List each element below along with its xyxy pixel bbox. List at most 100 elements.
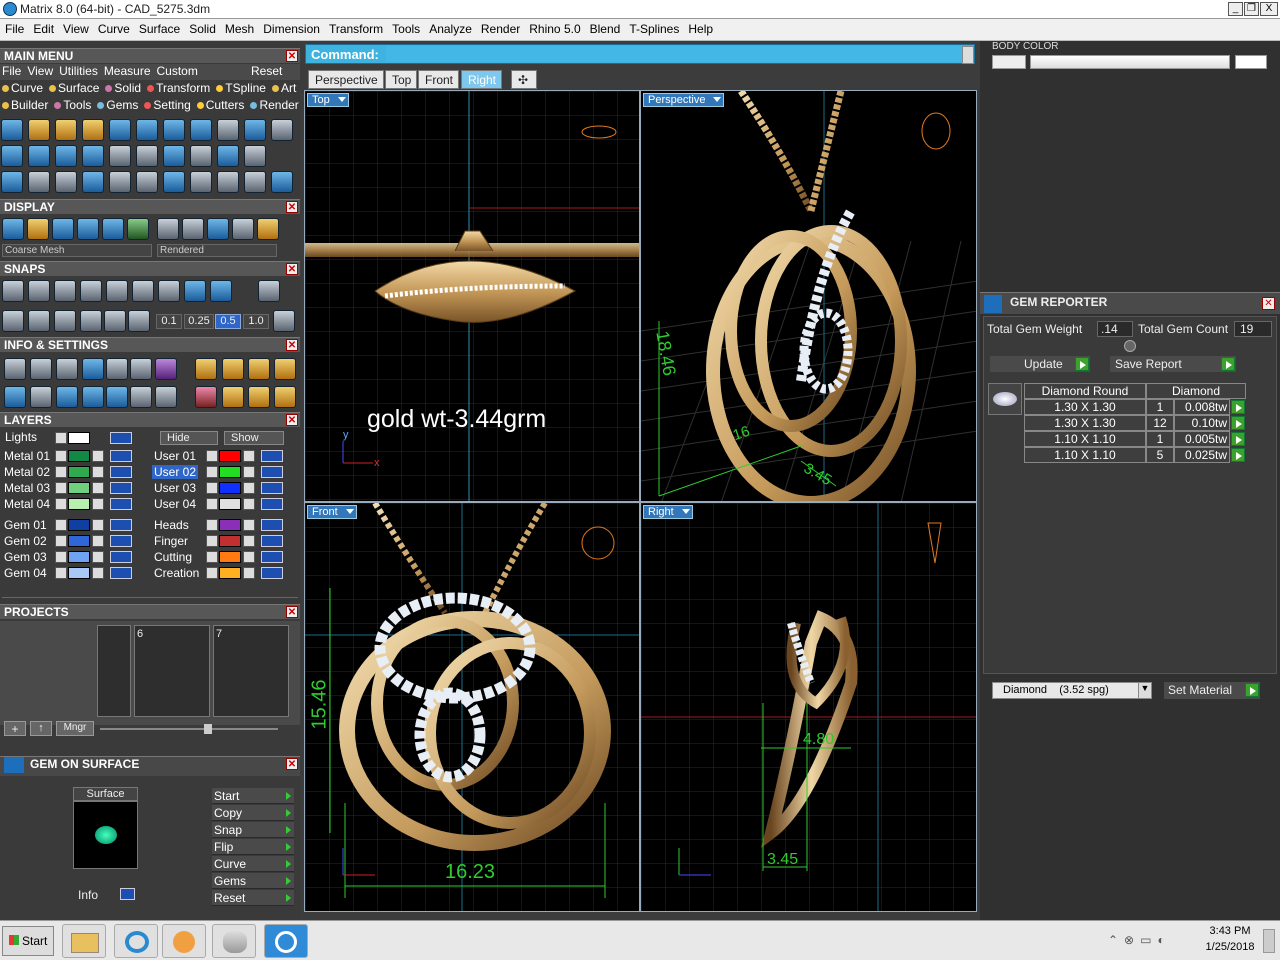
info-icon[interactable]	[155, 358, 177, 380]
lock-icon[interactable]	[92, 567, 104, 579]
info-toggle[interactable]	[120, 888, 135, 900]
gem-surface-button[interactable]: Flip	[212, 839, 294, 855]
snap-icon[interactable]	[128, 310, 150, 332]
lock-icon[interactable]	[243, 482, 255, 494]
display-icon[interactable]	[207, 218, 229, 240]
snap-icon[interactable]	[184, 280, 206, 302]
layer-arrow[interactable]	[206, 498, 218, 510]
matrix-app-icon[interactable]	[264, 924, 308, 958]
body-color-swatch-2[interactable]	[1235, 55, 1267, 69]
menu-edit[interactable]: Edit	[28, 19, 58, 36]
display-icon[interactable]	[127, 218, 149, 240]
menu-curve[interactable]: Curve	[93, 19, 134, 36]
info-icon[interactable]	[82, 358, 104, 380]
lock-icon[interactable]	[243, 535, 255, 547]
layer-arrow[interactable]	[55, 519, 67, 531]
lock-icon[interactable]	[243, 498, 255, 510]
snap-icon[interactable]	[2, 310, 24, 332]
gem-surface-button[interactable]: Snap	[212, 822, 294, 838]
display-icon[interactable]	[52, 218, 74, 240]
snap-icon[interactable]	[80, 280, 102, 302]
tab-perspective[interactable]: Perspective	[308, 70, 384, 89]
menu-transform[interactable]: Transform	[324, 19, 387, 36]
menu-surface[interactable]: Surface	[134, 19, 184, 36]
snap-icon[interactable]	[158, 280, 180, 302]
minimize-button[interactable]: _	[1228, 2, 1243, 16]
main-menu-file[interactable]: File	[2, 64, 21, 78]
info-icon[interactable]	[82, 386, 104, 408]
body-color-swatch[interactable]	[992, 55, 1026, 69]
tool-icon[interactable]	[55, 145, 77, 167]
snap-icon[interactable]	[258, 280, 280, 302]
tool-icon[interactable]	[1, 119, 23, 141]
tool-icon[interactable]	[271, 171, 293, 193]
display-icon[interactable]	[257, 218, 279, 240]
cat-builder[interactable]: Builder	[2, 98, 48, 112]
lock-icon[interactable]	[243, 466, 255, 478]
tool-icon[interactable]	[217, 145, 239, 167]
lock-icon[interactable]	[92, 535, 104, 547]
close-icon[interactable]: ✕	[286, 414, 298, 426]
cat-solid[interactable]: Solid	[105, 81, 141, 95]
viewport-label-right[interactable]: Right	[643, 505, 693, 519]
snap-icon[interactable]	[54, 280, 76, 302]
tool-icon[interactable]	[109, 119, 131, 141]
display-icon[interactable]	[157, 218, 179, 240]
main-menu-reset[interactable]: Reset	[251, 64, 282, 78]
tool-icon[interactable]	[163, 119, 185, 141]
menu-help[interactable]: Help	[683, 19, 717, 36]
layer-toggle[interactable]	[110, 567, 132, 579]
tool-icon[interactable]	[1, 145, 23, 167]
gem-surface-button[interactable]: Start	[212, 788, 294, 804]
tool-icon[interactable]	[82, 171, 104, 193]
layer-color-swatch[interactable]	[68, 466, 90, 478]
set-material-arrow-icon[interactable]	[1245, 683, 1259, 697]
snap-value-4[interactable]: 1.0	[243, 314, 269, 329]
snap-icon[interactable]	[80, 310, 102, 332]
project-slot[interactable]	[97, 625, 131, 717]
snap-icon[interactable]	[54, 310, 76, 332]
tool-icon[interactable]	[28, 119, 50, 141]
layer-arrow[interactable]	[55, 551, 67, 563]
viewport-label-top[interactable]: Top	[307, 93, 349, 107]
lock-icon[interactable]	[92, 498, 104, 510]
info-icon[interactable]	[222, 358, 244, 380]
viewport-label-perspective[interactable]: Perspective	[643, 93, 725, 107]
layer-arrow[interactable]	[206, 450, 218, 462]
tool-icon[interactable]	[163, 171, 185, 193]
gem-surface-button[interactable]: Copy	[212, 805, 294, 821]
close-button[interactable]: X	[1260, 2, 1278, 16]
tool-icon[interactable]	[109, 171, 131, 193]
info-icon[interactable]	[106, 358, 128, 380]
lock-icon[interactable]	[92, 466, 104, 478]
layer-arrow[interactable]	[55, 466, 67, 478]
render-mode-select[interactable]: Rendered	[157, 244, 277, 257]
tool-icon[interactable]	[217, 171, 239, 193]
save-report-button[interactable]: Save Report	[1110, 356, 1236, 372]
tool-icon[interactable]	[28, 171, 50, 193]
gem-surface-button[interactable]: Gems	[212, 873, 294, 889]
info-icon[interactable]	[195, 358, 217, 380]
gem-surface-button[interactable]: Curve	[212, 856, 294, 872]
layer-toggle[interactable]	[261, 551, 283, 563]
menu-dimension[interactable]: Dimension	[258, 19, 324, 36]
info-icon[interactable]	[56, 386, 78, 408]
main-menu-view[interactable]: View	[27, 64, 53, 78]
snap-value-3[interactable]: 0.5	[215, 314, 241, 329]
chevron-down-icon[interactable]: ▼	[1138, 683, 1151, 698]
tool-icon[interactable]	[55, 171, 77, 193]
snap-icon[interactable]	[28, 280, 50, 302]
display-icon[interactable]	[232, 218, 254, 240]
layer-color-swatch[interactable]	[68, 482, 90, 494]
main-menu-custom[interactable]: Custom	[157, 64, 198, 78]
layer-arrow[interactable]	[206, 519, 218, 531]
layer-color-swatch[interactable]	[219, 551, 241, 563]
manager-button[interactable]: Mngr	[56, 721, 94, 736]
layer-color-swatch[interactable]	[219, 535, 241, 547]
menu-tsplines[interactable]: T-Splines	[624, 19, 683, 36]
row-arrow-icon[interactable]	[1231, 448, 1245, 462]
layer-toggle[interactable]	[110, 551, 132, 563]
lock-icon[interactable]	[92, 551, 104, 563]
menu-file[interactable]: File	[0, 19, 28, 36]
layer-toggle[interactable]	[110, 519, 132, 531]
